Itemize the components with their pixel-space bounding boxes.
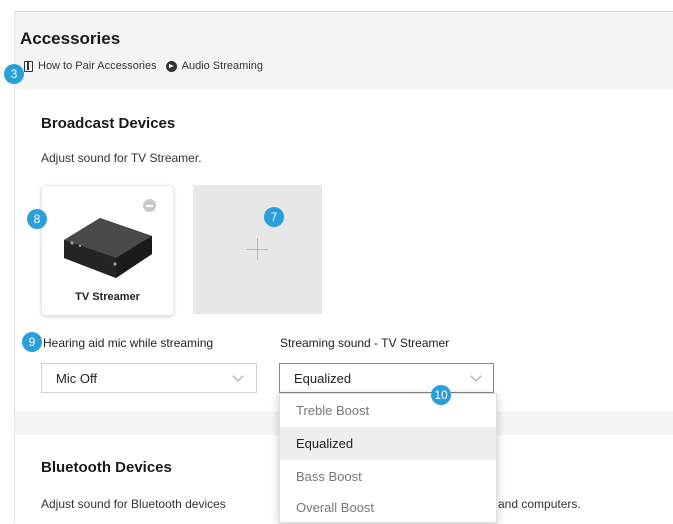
- callout-badge-9: 9: [22, 332, 42, 352]
- remove-device-icon[interactable]: [143, 199, 156, 212]
- bluetooth-devices-description-end: and computers.: [498, 497, 581, 511]
- option-treble-boost[interactable]: Treble Boost: [280, 394, 496, 427]
- streaming-sound-label: Streaming sound - TV Streamer: [280, 336, 450, 350]
- chevron-down-icon: [232, 370, 244, 382]
- streaming-sound-select[interactable]: Equalized: [279, 363, 494, 393]
- streaming-sound-value: Equalized: [294, 371, 352, 386]
- mic-setting-select[interactable]: Mic Off: [41, 363, 257, 393]
- book-icon: [24, 60, 33, 72]
- top-border: [14, 11, 673, 12]
- page-title: Accessories: [20, 29, 121, 48]
- arrow-circle-icon: [165, 60, 177, 72]
- streaming-sound-dropdown: Treble Boost Equalized Bass Boost Overal…: [279, 393, 497, 523]
- option-equalized[interactable]: Equalized: [280, 427, 496, 460]
- mic-setting-label: Hearing aid mic while streaming: [43, 336, 214, 350]
- audio-streaming-link[interactable]: Audio Streaming: [182, 60, 263, 72]
- chevron-down-icon: [470, 370, 482, 382]
- option-overall-boost[interactable]: Overall Boost: [280, 491, 496, 524]
- mic-setting-value: Mic Off: [56, 371, 97, 386]
- device-name: TV Streamer: [75, 291, 140, 303]
- how-to-pair-link[interactable]: How to Pair Accessories: [38, 60, 157, 72]
- bluetooth-devices-description: Adjust sound for Bluetooth devices: [41, 497, 226, 511]
- page-header: [15, 12, 673, 89]
- broadcast-devices-description: Adjust sound for TV Streamer.: [41, 151, 202, 165]
- left-border: [14, 11, 15, 523]
- broadcast-devices-title: Broadcast Devices: [41, 115, 176, 132]
- callout-badge-3: 3: [4, 64, 24, 84]
- callout-badge-7: 7: [264, 207, 284, 227]
- plus-icon-vertical: [257, 238, 258, 260]
- tv-streamer-card[interactable]: TV Streamer: [41, 185, 174, 316]
- callout-badge-8: 8: [27, 209, 47, 229]
- header-links: How to Pair Accessories Audio Streaming: [24, 60, 272, 72]
- option-bass-boost[interactable]: Bass Boost: [280, 460, 496, 493]
- bluetooth-devices-title: Bluetooth Devices: [41, 459, 172, 476]
- callout-badge-10: 10: [431, 385, 451, 405]
